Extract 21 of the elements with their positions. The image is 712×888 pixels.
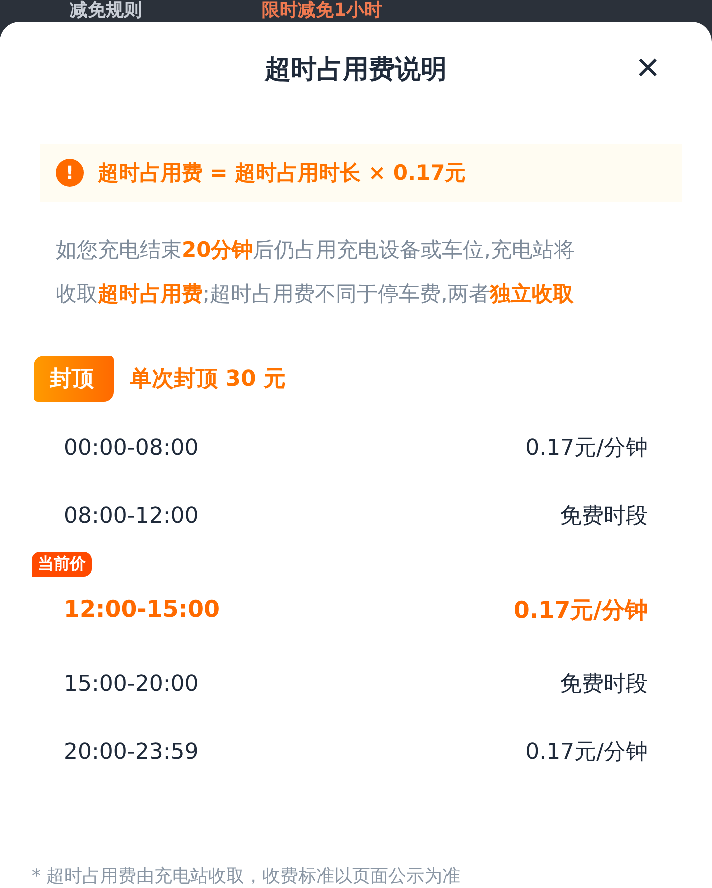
period-price: 免费时段	[560, 503, 648, 531]
sheet-title: 超时占用费说明	[265, 54, 447, 86]
period-time: 08:00-12:00	[64, 504, 199, 528]
close-button[interactable]: ×	[628, 46, 668, 90]
period-time: 20:00-23:59	[64, 740, 199, 764]
cap-text: 单次封顶 30 元	[130, 366, 286, 394]
period-price: 0.17元/分钟	[514, 596, 648, 626]
formula-text: 超时占用费 = 超时占用时长 × 0.17元	[98, 160, 466, 187]
footnote-text: * 超时占用费由充电站收取，收费标准以页面公示为准	[32, 865, 461, 888]
current-price-tag: 当前价	[32, 552, 92, 577]
period-time: 15:00-20:00	[64, 672, 199, 696]
warning-icon: !	[56, 159, 84, 187]
period-price: 0.17元/分钟	[526, 739, 648, 767]
description-text: 如您充电结束20分钟后仍占用充电设备或车位,充电站将收取超时占用费;超时占用费不同于停车费,两者独立收取	[56, 237, 576, 308]
period-time: 12:00-15:00	[64, 597, 220, 623]
period-time: 00:00-08:00	[64, 436, 199, 460]
cap-badge: 封顶	[34, 356, 114, 402]
rule-label: 减免规则	[70, 1, 142, 21]
period-price: 免费时段	[560, 671, 648, 699]
period-price: 0.17元/分钟	[526, 435, 648, 463]
rule-value: 限时减免1小时	[262, 1, 383, 21]
